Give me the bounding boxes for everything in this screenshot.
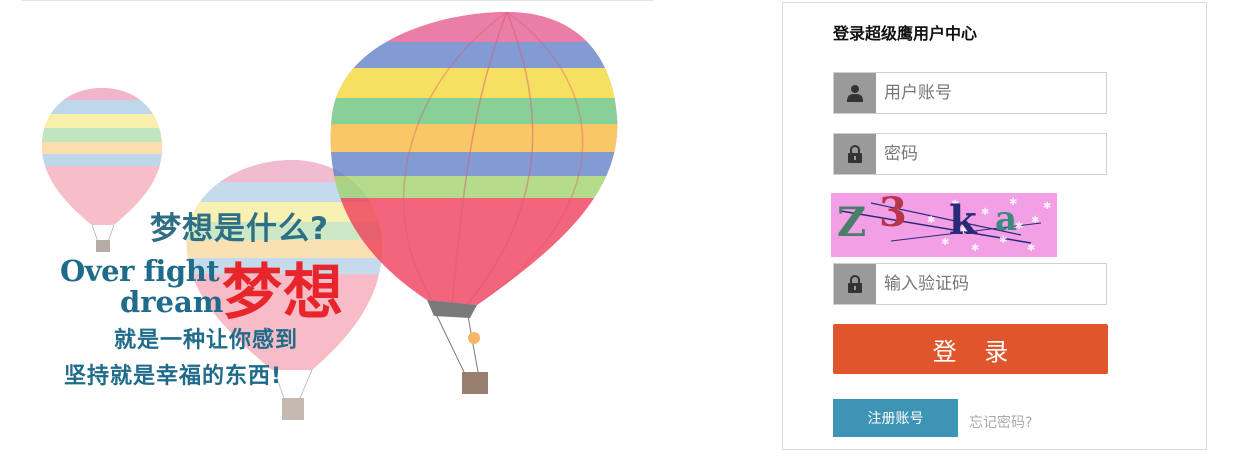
captcha-field[interactable]	[833, 263, 1107, 305]
captcha-text: Z 3 k a	[831, 193, 1057, 257]
banner-dream-title: 梦想	[222, 258, 344, 328]
captcha-char: a	[995, 199, 1018, 239]
username-input[interactable]	[876, 73, 1106, 113]
banner-line-4: 坚持就是幸福的东西!	[64, 364, 283, 389]
password-field[interactable]	[833, 133, 1107, 175]
register-button[interactable]: 注册账号	[833, 399, 958, 437]
password-input[interactable]	[876, 134, 1106, 174]
captcha-char: k	[949, 197, 977, 244]
lock-icon	[834, 264, 876, 304]
hot-air-balloon-banner: 梦想是什么? Over fight dream 梦想 就是一种让你感到 坚持就是…	[22, 0, 662, 460]
login-button[interactable]: 登 录	[833, 324, 1108, 374]
banner-english-line-1: Over fight	[60, 254, 220, 288]
user-icon	[834, 73, 876, 113]
captcha-char: 3	[879, 193, 907, 236]
captcha-input[interactable]	[876, 264, 1106, 304]
captcha-char: Z	[837, 199, 867, 246]
username-field[interactable]	[833, 72, 1107, 114]
login-panel: 登录超级鹰用户中心 ✱✱✱ ✱✱✱ ✱✱✱	[782, 2, 1207, 450]
login-title: 登录超级鹰用户中心	[833, 24, 978, 43]
banner-english-line-2: dream	[120, 285, 224, 319]
banner-line-3: 就是一种让你感到	[114, 328, 299, 353]
captcha-image[interactable]: ✱ ✱ ✱ ✱ ✱ ✱ ✱ ✱ ✱ ✱ ✱ ✱ Z 3 k a	[831, 193, 1057, 257]
lock-icon	[834, 134, 876, 174]
banner-question: 梦想是什么?	[150, 211, 329, 247]
forgot-password-link[interactable]: 忘记密码?	[969, 412, 1032, 432]
